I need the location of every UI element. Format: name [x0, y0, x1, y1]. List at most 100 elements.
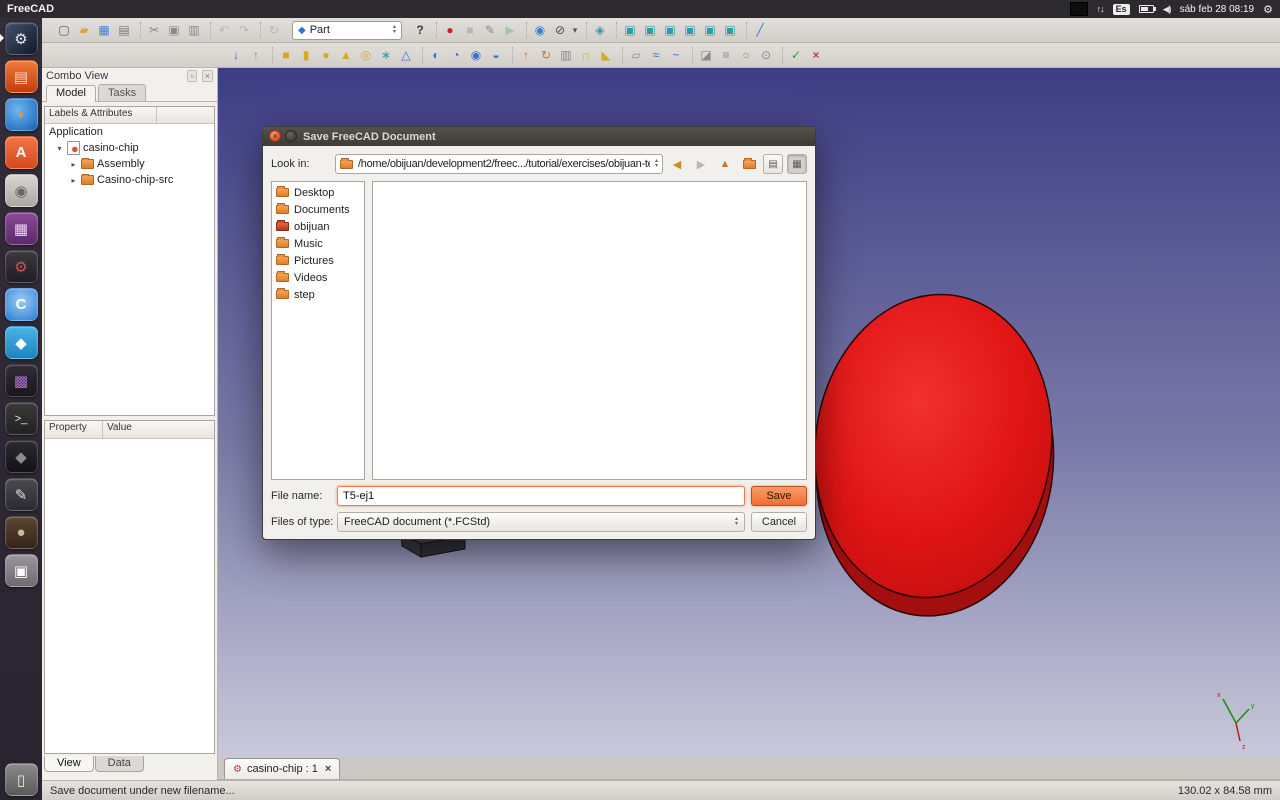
launcher-writer[interactable]: A [5, 136, 38, 169]
launcher-edit-tool[interactable]: ✎ [5, 478, 38, 511]
fit-all-icon[interactable]: ◉ [530, 20, 550, 40]
paste-icon[interactable]: ▥ [184, 20, 204, 40]
import-icon[interactable]: ↓ [226, 45, 246, 65]
tree-item-assembly[interactable]: ▸ Assembly [45, 156, 214, 172]
forward-button[interactable]: ▶ [691, 154, 711, 174]
float-panel-icon[interactable]: ▫ [187, 70, 196, 82]
boolean-cut-icon[interactable]: ◔ [446, 45, 466, 65]
view-left-icon[interactable]: ▣ [720, 20, 740, 40]
mirror-icon[interactable]: ▥ [556, 45, 576, 65]
check-geometry-icon[interactable]: ✓ [786, 45, 806, 65]
expander-right-icon[interactable]: ▸ [69, 160, 78, 169]
macro-record-icon[interactable]: ● [440, 20, 460, 40]
tab-view[interactable]: View [44, 756, 94, 772]
undo-icon[interactable]: ↶ [214, 20, 234, 40]
launcher-blue-app[interactable]: ◆ [5, 326, 38, 359]
measure-clear-icon[interactable]: × [806, 45, 826, 65]
close-icon[interactable]: × [269, 130, 281, 142]
file-type-dropdown[interactable]: FreeCAD document (*.FCStd) ▴▾ [337, 512, 745, 532]
create-folder-button[interactable] [739, 154, 759, 174]
macro-stop-icon[interactable]: ■ [460, 20, 480, 40]
offset-icon[interactable]: ○ [736, 45, 756, 65]
save-button[interactable]: Save [751, 486, 807, 506]
launcher-media-app[interactable]: ▩ [5, 364, 38, 397]
union-icon[interactable]: ◉ [466, 45, 486, 65]
launcher-files[interactable]: ▤ [5, 60, 38, 93]
casino-chip-solid[interactable] [795, 281, 1072, 630]
tree-item-casino-chip-src[interactable]: ▸ Casino-chip-src [45, 172, 214, 188]
cut-icon[interactable]: ✂ [144, 20, 164, 40]
copy-icon[interactable]: ▣ [164, 20, 184, 40]
primitives-icon[interactable]: ∗ [376, 45, 396, 65]
view-rear-icon[interactable]: ▣ [680, 20, 700, 40]
open-document-icon[interactable]: ▰ [74, 20, 94, 40]
dropdown-arrow-icon[interactable]: ▾ [570, 20, 580, 40]
close-tab-icon[interactable]: × [325, 763, 331, 775]
shape-builder-icon[interactable]: △ [396, 45, 416, 65]
expander-right-icon[interactable]: ▸ [69, 176, 78, 185]
session-menu-icon[interactable]: ⚙ [1263, 3, 1273, 16]
place-videos[interactable]: Videos [272, 269, 364, 286]
loft-icon[interactable]: ≈ [646, 45, 666, 65]
boolean-icon[interactable]: ◐ [426, 45, 446, 65]
place-obijuan[interactable]: obijuan [272, 218, 364, 235]
back-button[interactable]: ◀ [667, 154, 687, 174]
cylinder-icon[interactable]: ▮ [296, 45, 316, 65]
draw-style-icon[interactable]: ⊘ [550, 20, 570, 40]
sphere-icon[interactable]: ● [316, 45, 336, 65]
launcher-dark-app[interactable]: ◆ [5, 440, 38, 473]
launcher-freecad[interactable]: ⚙ [5, 22, 38, 55]
launcher-settings[interactable]: ⚙ [5, 250, 38, 283]
file-name-input[interactable] [337, 486, 745, 506]
tree-item-casino-chip[interactable]: ▾ casino-chip [45, 140, 214, 156]
chamfer-icon[interactable]: ◣ [596, 45, 616, 65]
launcher-impress[interactable]: ▦ [5, 212, 38, 245]
revolve-icon[interactable]: ↻ [536, 45, 556, 65]
battery-icon[interactable] [1139, 5, 1154, 13]
thickness-icon[interactable]: ⊙ [756, 45, 776, 65]
launcher-chromium[interactable]: C [5, 288, 38, 321]
view-front-icon[interactable]: ▣ [620, 20, 640, 40]
fillet-icon[interactable]: ∩ [576, 45, 596, 65]
launcher-photo-app[interactable]: ● [5, 516, 38, 549]
view-axonometric-icon[interactable]: ◈ [590, 20, 610, 40]
extrude-icon[interactable]: ↑ [516, 45, 536, 65]
view-bottom-icon[interactable]: ▣ [700, 20, 720, 40]
place-desktop[interactable]: Desktop [272, 184, 364, 201]
keyboard-layout-indicator[interactable]: Es [1113, 4, 1130, 15]
view-top-icon[interactable]: ▣ [640, 20, 660, 40]
list-view-button[interactable]: ▤ [763, 154, 783, 174]
expander-down-icon[interactable]: ▾ [55, 144, 64, 153]
launcher-gray-app[interactable]: ▣ [5, 554, 38, 587]
close-panel-icon[interactable]: × [202, 70, 213, 82]
macro-edit-icon[interactable]: ✎ [480, 20, 500, 40]
tab-data[interactable]: Data [95, 756, 144, 772]
sweep-icon[interactable]: ~ [666, 45, 686, 65]
sync-indicator-icon[interactable]: ↑↓ [1097, 4, 1104, 14]
cone-icon[interactable]: ▲ [336, 45, 356, 65]
volume-icon[interactable]: ◀) [1163, 4, 1171, 15]
detail-view-button[interactable]: ▦ [787, 154, 807, 174]
cross-sections-icon[interactable]: ≡ [716, 45, 736, 65]
document-tab[interactable]: ⚙ casino-chip : 1 × [224, 758, 340, 779]
workbench-selector[interactable]: ◆ Part ▴▾ [292, 21, 402, 40]
macro-play-icon[interactable]: ▶ [500, 20, 520, 40]
launcher-terminal[interactable]: >_ [5, 402, 38, 435]
intersection-icon[interactable]: ◒ [486, 45, 506, 65]
box-icon[interactable]: ■ [276, 45, 296, 65]
launcher-gimp[interactable]: ◉ [5, 174, 38, 207]
measure-icon[interactable]: ╱ [750, 20, 770, 40]
place-documents[interactable]: Documents [272, 201, 364, 218]
minimize-icon[interactable] [285, 130, 297, 142]
print-icon[interactable]: ▤ [114, 20, 134, 40]
active-app-name[interactable]: FreeCAD [7, 3, 54, 15]
save-document-icon[interactable]: ▦ [94, 20, 114, 40]
tree-item-application[interactable]: Application [45, 124, 214, 140]
tab-tasks[interactable]: Tasks [98, 84, 146, 101]
cancel-button[interactable]: Cancel [751, 512, 807, 532]
clock[interactable]: sáb feb 28 08:19 [1180, 4, 1255, 15]
file-list-area[interactable] [372, 181, 807, 480]
launcher-firefox[interactable]: ◗ [5, 98, 38, 131]
torus-icon[interactable]: ◎ [356, 45, 376, 65]
refresh-icon[interactable]: ↻ [264, 20, 284, 40]
